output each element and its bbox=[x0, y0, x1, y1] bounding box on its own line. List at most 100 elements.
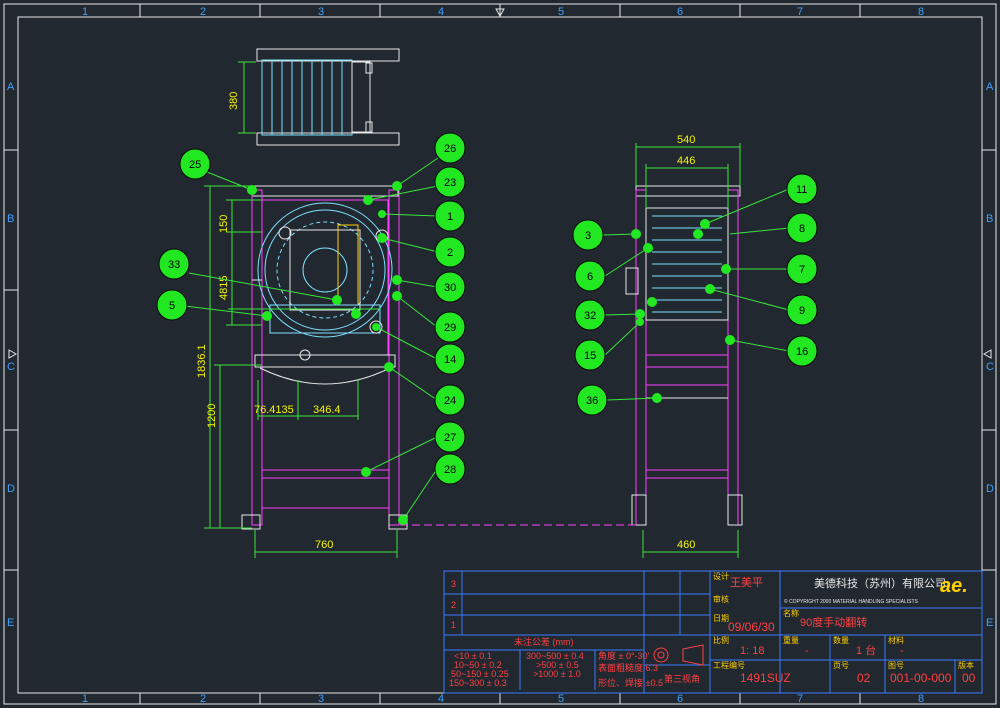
sheet-no: 02 bbox=[857, 671, 871, 685]
balloon-15-label: 15 bbox=[584, 350, 596, 362]
balloon-9: 9 bbox=[786, 294, 818, 326]
balloon-30: 30 bbox=[434, 271, 466, 303]
label-project-no: 工程编号 bbox=[713, 660, 745, 670]
grid-row-e-right: E bbox=[986, 617, 993, 629]
balloon-25-label: 25 bbox=[189, 159, 201, 171]
tol-3-0: 150~300 ± 0.3 bbox=[449, 678, 507, 688]
balloon-29: 29 bbox=[434, 311, 466, 343]
side-dimensions bbox=[635, 143, 741, 558]
label-weight: 重量 bbox=[783, 635, 799, 645]
label-designer: 设计 bbox=[713, 571, 729, 581]
label-date: 日期 bbox=[713, 614, 729, 623]
project-no: 1491SUZ bbox=[740, 671, 791, 685]
dim-346-4: 346.4 bbox=[313, 404, 341, 416]
dim-76-4135: 76.4135 bbox=[254, 404, 294, 416]
balloon-30-label: 30 bbox=[444, 282, 456, 294]
balloon-33: 33 bbox=[158, 248, 190, 280]
label-review: 审核 bbox=[713, 594, 729, 604]
balloon-29-label: 29 bbox=[444, 322, 456, 334]
drawing-scale: 1: 18 bbox=[740, 645, 764, 657]
rev-row-1: 1 bbox=[451, 620, 456, 630]
balloon-24-label: 24 bbox=[444, 395, 456, 407]
grid-col-6: 6 bbox=[677, 6, 683, 18]
balloon-1-label: 1 bbox=[447, 211, 453, 223]
balloon-27-label: 27 bbox=[444, 432, 456, 444]
drawing-qty: 1 台 bbox=[856, 643, 876, 657]
grid-col-1: 1 bbox=[82, 6, 88, 18]
tol-2-1: >1000 ± 1.0 bbox=[533, 669, 581, 679]
balloon-15: 15 bbox=[574, 339, 606, 371]
label-rev: 版本 bbox=[958, 660, 974, 670]
balloon-leaders bbox=[184, 157, 790, 521]
balloon-3-label: 3 bbox=[585, 230, 591, 242]
balloon-36: 36 bbox=[576, 384, 608, 416]
tolerance-title: 未注公差 (mm) bbox=[514, 636, 574, 647]
tol-note-angle: 角度 ± 0°-30' bbox=[598, 650, 650, 661]
balloon-11-label: 11 bbox=[796, 184, 807, 196]
grid-col-3: 3 bbox=[318, 6, 324, 18]
grid-col-7: 7 bbox=[797, 6, 803, 18]
balloon-6-label: 6 bbox=[587, 271, 593, 283]
dim-760: 760 bbox=[315, 539, 333, 551]
balloon-3: 3 bbox=[572, 219, 604, 251]
balloon-8-label: 8 bbox=[799, 223, 805, 235]
grid-row-c-right: C bbox=[986, 361, 994, 373]
balloon-2: 2 bbox=[434, 236, 466, 268]
grid-row-d: D bbox=[7, 483, 15, 495]
drawing-material: - bbox=[900, 645, 904, 657]
balloon-26-label: 26 bbox=[444, 143, 456, 155]
company-name: 美德科技（苏州）有限公司 bbox=[814, 576, 946, 590]
balloon-25: 25 bbox=[179, 148, 211, 180]
designer-name: 王美平 bbox=[730, 576, 763, 589]
label-drawing-no: 图号 bbox=[888, 661, 904, 670]
dim-540: 540 bbox=[677, 134, 695, 146]
grid-col-2: 2 bbox=[200, 6, 206, 18]
balloon-26: 26 bbox=[434, 132, 466, 164]
tol-note-roughness: 表面粗糙度 6.3 bbox=[598, 662, 658, 673]
grid-row-c: C bbox=[7, 361, 15, 373]
balloon-24: 24 bbox=[434, 384, 466, 416]
drawing-name: 90度手动翻转 bbox=[800, 615, 867, 629]
balloon-target-dots bbox=[247, 181, 735, 525]
grid-row-d-right: D bbox=[986, 483, 994, 495]
balloon-16-label: 16 bbox=[796, 346, 808, 358]
grid-row-b: B bbox=[7, 213, 14, 225]
grid-col-7-bottom: 7 bbox=[797, 693, 803, 705]
balloon-14-label: 14 bbox=[444, 354, 456, 366]
label-sheet: 页号 bbox=[833, 661, 849, 670]
balloon-32-label: 32 bbox=[584, 310, 596, 322]
balloon-23: 23 bbox=[434, 166, 466, 198]
balloon-28: 28 bbox=[434, 453, 466, 485]
cad-drawing-canvas: 1 2 3 4 5 6 7 8 1 2 3 4 5 6 7 8 A B C D … bbox=[3, 3, 997, 705]
top-view bbox=[238, 48, 400, 146]
rev-no: 00 bbox=[962, 671, 976, 685]
dim-446: 446 bbox=[677, 155, 695, 167]
balloon-7-label: 7 bbox=[799, 264, 805, 276]
grid-col-4: 4 bbox=[438, 6, 444, 18]
balloon-5-label: 5 bbox=[169, 300, 175, 312]
grid-col-8: 8 bbox=[918, 6, 924, 18]
balloon-16: 16 bbox=[786, 335, 818, 367]
label-material: 材料 bbox=[888, 635, 904, 645]
drawing-date: 09/06/30 bbox=[728, 620, 775, 634]
grid-row-b-right: B bbox=[986, 213, 993, 225]
company-logo: ae. bbox=[940, 575, 968, 597]
tol-note-weld: 形位、焊接 ±0.5 bbox=[598, 677, 663, 688]
grid-col-8-bottom: 8 bbox=[918, 693, 924, 705]
label-qty: 数量 bbox=[833, 635, 849, 645]
balloon-2-label: 2 bbox=[447, 247, 453, 259]
rev-row-2: 2 bbox=[451, 600, 456, 610]
grid-col-6-bottom: 6 bbox=[677, 693, 683, 705]
label-scale: 比例 bbox=[713, 635, 729, 645]
dim-1200: 1200 bbox=[206, 404, 218, 428]
projection-symbol-icon bbox=[653, 644, 704, 666]
title-block-text: 3 2 1 设计 王美平 审核 日期 09/06/30 美德科技（苏州）有限公司… bbox=[449, 571, 976, 688]
dim-460: 460 bbox=[677, 539, 695, 551]
label-name: 名称 bbox=[783, 608, 799, 618]
balloon-36-label: 36 bbox=[586, 395, 598, 407]
grid-col-4-bottom: 4 bbox=[438, 693, 444, 705]
grid-col-5-bottom: 5 bbox=[558, 693, 564, 705]
balloon-32: 32 bbox=[574, 299, 606, 331]
dim-380: 380 bbox=[228, 92, 240, 110]
balloon-9-label: 9 bbox=[799, 305, 805, 317]
